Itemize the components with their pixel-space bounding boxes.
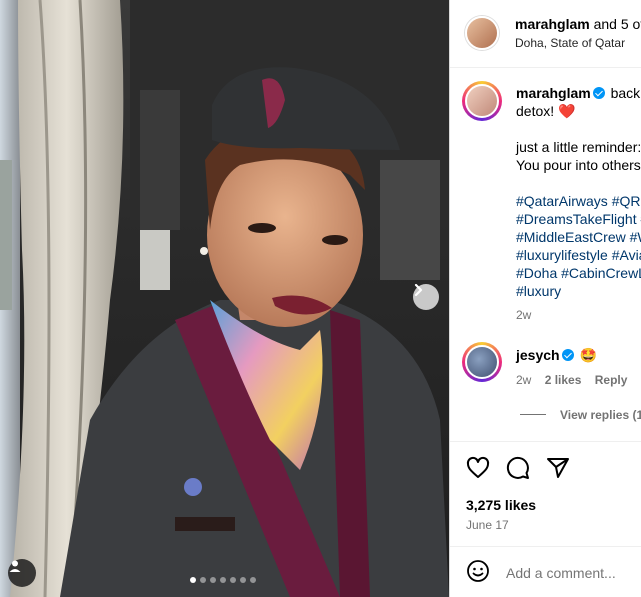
carousel-dot <box>210 577 216 583</box>
author-username[interactable]: marahglam <box>515 16 590 32</box>
comment-button[interactable] <box>506 456 530 485</box>
post-location[interactable]: Doha, State of Qatar <box>515 36 625 50</box>
comment-meta: 2w 2 likes Reply <box>516 371 627 389</box>
share-button[interactable] <box>546 456 570 485</box>
actions-divider <box>450 441 641 442</box>
carousel-indicator <box>190 577 256 583</box>
view-replies-button[interactable]: View replies (1) <box>560 406 641 424</box>
verified-badge-icon <box>592 87 605 99</box>
post-header: marahglam and 5 ot Doha, State of Qatar <box>450 0 641 68</box>
carousel-dot <box>190 577 196 583</box>
hashtag-line[interactable]: #DreamsTakeFlight # <box>516 210 641 228</box>
hashtag-line[interactable]: #QatarAirways #QRC <box>516 192 641 210</box>
send-icon <box>547 458 569 478</box>
post-photo[interactable] <box>0 0 449 597</box>
photo-illustration <box>0 0 449 597</box>
author-line: marahglam and 5 ot <box>515 16 641 32</box>
tagged-users-button[interactable] <box>8 559 36 587</box>
comment-avatar[interactable] <box>465 345 499 379</box>
chevron-right-icon <box>414 284 423 296</box>
comment-line: jesych 🤩 <box>516 346 597 364</box>
comment-icon <box>506 456 529 479</box>
like-button[interactable] <box>466 456 490 485</box>
comment-username[interactable]: jesych <box>516 347 560 363</box>
hashtag-line[interactable]: #luxurylifestyle #Avia <box>516 246 641 264</box>
author-avatar[interactable] <box>465 16 499 50</box>
emoji-button[interactable] <box>466 559 490 588</box>
verified-badge-icon <box>561 349 574 361</box>
smiley-icon <box>467 560 489 582</box>
user-icon <box>9 560 21 572</box>
caption-text-3: just a little reminder: <box>516 139 641 155</box>
caption-username[interactable]: marahglam <box>516 85 591 101</box>
hashtag-line[interactable]: #Doha #CabinCrewL <box>516 264 641 282</box>
caption-line-1: marahglam back <box>516 84 640 102</box>
carousel-dot <box>230 577 236 583</box>
post-date: June 17 <box>466 518 509 532</box>
heart-icon <box>466 456 490 478</box>
post-side-panel: marahglam and 5 ot Doha, State of Qatar … <box>449 0 641 597</box>
caption-avatar[interactable] <box>465 84 499 118</box>
caption-age: 2w <box>516 308 532 322</box>
carousel-dot <box>240 577 246 583</box>
collaborators-text[interactable]: and 5 ot <box>594 16 641 32</box>
caption-text-2: detox! ❤️ <box>516 103 576 119</box>
view-replies-divider <box>520 414 546 415</box>
comment-input[interactable] <box>506 565 641 581</box>
hashtag-line[interactable]: #MiddleEastCrew #W <box>516 228 641 246</box>
carousel-dot <box>200 577 206 583</box>
next-photo-button[interactable] <box>413 284 439 310</box>
comment-likes[interactable]: 2 likes <box>545 373 582 387</box>
comment-text: 🤩 <box>579 347 597 363</box>
carousel-dot <box>250 577 256 583</box>
hashtag-line[interactable]: #luxury <box>516 282 561 300</box>
comment-reply-button[interactable]: Reply <box>595 373 628 387</box>
comment-age: 2w <box>516 373 532 387</box>
caption-text-4: You pour into others <box>516 157 641 173</box>
caption-text-1: back <box>610 85 641 101</box>
carousel-dot <box>220 577 226 583</box>
likes-count[interactable]: 3,275 likes <box>466 497 536 513</box>
